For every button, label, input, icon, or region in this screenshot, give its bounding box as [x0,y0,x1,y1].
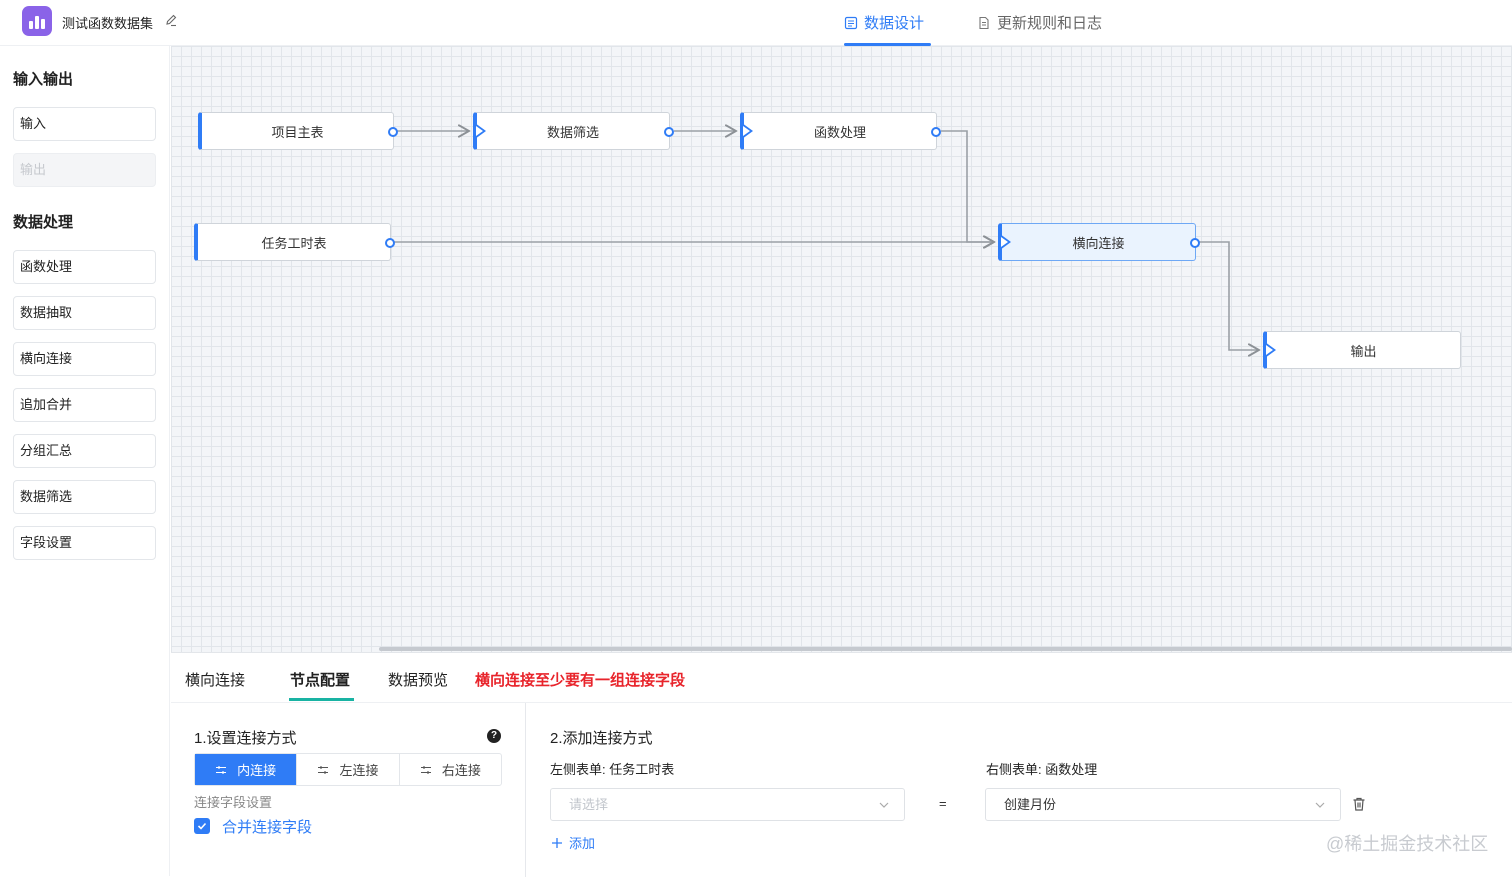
panel-tab-indicator [289,698,354,701]
right-field-select[interactable]: 创建月份 [985,788,1341,821]
inner-join-label: 内连接 [237,763,277,778]
node-label: 横向连接 [1072,235,1125,251]
section-title-io: 输入输出 [13,71,74,88]
panel-divider [525,703,526,877]
document-icon [979,16,989,29]
output-port[interactable] [388,127,398,137]
section-title-processing: 数据处理 [13,214,74,231]
check-icon [197,822,207,830]
design-icon [844,16,858,29]
node-label: 项目主表 [271,124,324,140]
palette-item-join[interactable]: 横向连接 [13,342,156,376]
left-table-label: 左侧表单: 任务工时表 [550,762,675,777]
right-field-value: 创建月份 [1004,797,1057,812]
left-field-select[interactable]: 请选择 [550,788,905,821]
input-port-icon[interactable] [1000,234,1011,250]
edge-join-to-output [1199,241,1259,350]
node-palette-sidebar: 输入输出 输入 输出 数据处理 函数处理 数据抽取 横向连接 追加合并 分组汇总… [0,46,170,876]
merge-fields-checkbox[interactable] [194,818,210,834]
flow-node-selected[interactable]: 横向连接 [998,223,1200,261]
join-type-segmented: 内连接 左连接 右连接 [194,753,502,786]
palette-item-append[interactable]: 追加合并 [13,388,156,422]
add-join-label: 添加 [569,836,596,851]
node-label: 数据筛选 [546,124,599,140]
right-join-button[interactable]: 右连接 [400,754,501,785]
left-join-label: 左连接 [339,763,379,778]
node-label: 输出 [1350,343,1377,359]
chevron-down-icon [879,802,889,808]
panel-tab-node-config[interactable]: 节点配置 [290,669,350,690]
trash-icon[interactable] [1351,796,1367,812]
edge-function-to-join [941,130,994,242]
node-label: 函数处理 [813,124,866,140]
tab-data-design[interactable]: 数据设计 [844,12,924,33]
merge-fields-label[interactable]: 合并连接字段 [222,816,312,837]
watermark-text: @稀土掘金技术社区 [1326,834,1489,854]
left-field-placeholder: 请选择 [569,797,609,812]
flow-node[interactable]: 数据筛选 [473,112,674,150]
flow-canvas[interactable]: 项目主表 数据筛选 函数处理 任务工时表 横向连接 输出 [171,46,1512,652]
palette-item-groupby[interactable]: 分组汇总 [13,434,156,468]
app-header: 测试函数数据集 数据设计 更新规则和日志 [0,0,1512,46]
input-port-icon[interactable] [1265,342,1276,358]
inner-join-button[interactable]: 内连接 [195,754,298,785]
plus-icon [552,837,562,848]
tab-data-design-label: 数据设计 [864,15,925,32]
node-config-panel: 横向连接 节点配置 数据预览 横向连接至少要有一组连接字段 1.设置连接方式 ?… [171,652,1512,877]
add-join-title: 2.添加连接方式 [550,730,653,747]
palette-item-filter[interactable]: 数据筛选 [13,480,156,514]
input-port-icon[interactable] [475,123,486,139]
join-method-title: 1.设置连接方式 [194,730,297,747]
join-icon [318,765,329,774]
join-field-settings-label: 连接字段设置 [194,795,273,810]
right-table-label: 右侧表单: 函数处理 [986,762,1098,777]
right-join-label: 右连接 [441,763,481,778]
output-port[interactable] [931,127,941,137]
palette-item-extract[interactable]: 数据抽取 [13,296,156,330]
chevron-down-icon [1315,802,1325,808]
flow-node[interactable]: 函数处理 [740,112,941,150]
add-join-button[interactable]: 添加 [551,833,595,852]
dataset-title: 测试函数数据集 [62,16,154,31]
canvas-scrollbar[interactable] [379,647,1512,651]
palette-item-function[interactable]: 函数处理 [13,250,156,284]
left-join-button[interactable]: 左连接 [297,754,400,785]
palette-item-input[interactable]: 输入 [13,107,156,141]
flow-node[interactable]: 项目主表 [198,112,398,150]
panel-tab-join[interactable]: 横向连接 [185,669,245,690]
panel-tabs: 横向连接 节点配置 数据预览 横向连接至少要有一组连接字段 [171,653,1512,703]
tab-update-rules[interactable]: 更新规则和日志 [977,12,1102,33]
equals-sign: = [939,796,947,811]
join-icon [216,765,227,774]
help-icon[interactable]: ? [487,729,501,743]
palette-item-fields[interactable]: 字段设置 [13,526,156,560]
validation-warning: 横向连接至少要有一组连接字段 [475,672,686,689]
flow-node[interactable]: 任务工时表 [194,223,395,261]
join-icon [420,765,431,774]
output-port[interactable] [664,127,674,137]
output-port[interactable] [385,238,395,248]
flow-node[interactable]: 输出 [1263,331,1461,369]
output-port[interactable] [1190,238,1200,248]
palette-item-output: 输出 [13,153,156,187]
panel-tab-data-preview[interactable]: 数据预览 [388,669,448,690]
input-port-icon[interactable] [742,123,753,139]
app-logo-icon [22,6,52,36]
tab-update-rules-label: 更新规则和日志 [997,15,1103,32]
edit-icon[interactable] [164,13,178,27]
node-label: 任务工时表 [261,235,327,251]
